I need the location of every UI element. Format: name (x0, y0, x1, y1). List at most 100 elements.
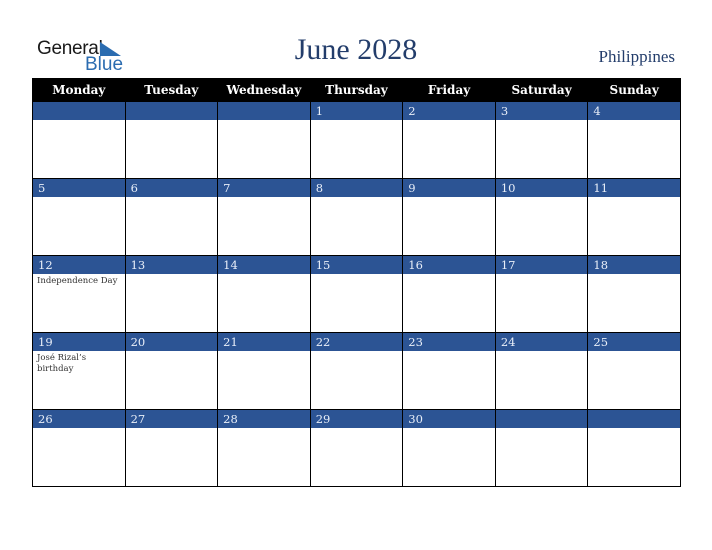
day-number: 2 (403, 102, 495, 120)
day-cell[interactable]: 27 (124, 409, 219, 487)
holiday-label (311, 120, 403, 122)
day-cell[interactable]: 5 (32, 178, 126, 256)
country-label: Philippines (598, 47, 675, 66)
holiday-label (311, 197, 403, 199)
holiday-label (126, 274, 218, 276)
day-number: 13 (125, 256, 218, 274)
holiday-label (496, 197, 588, 199)
day-cell[interactable] (494, 409, 589, 487)
day-number: 1 (310, 102, 403, 120)
holiday-label (218, 197, 310, 199)
day-number: 5 (33, 179, 125, 197)
day-cell[interactable]: 16 (402, 255, 496, 333)
day-cell[interactable]: 4 (587, 101, 681, 179)
week-row: 1234 (32, 101, 681, 179)
day-number: 17 (495, 256, 588, 274)
day-cell[interactable]: 30 (402, 409, 496, 487)
day-cell[interactable]: 10 (494, 178, 589, 256)
day-number: 8 (310, 179, 403, 197)
day-cell[interactable] (587, 409, 681, 487)
day-number: 27 (125, 410, 218, 428)
holiday-label (33, 197, 125, 199)
day-cell[interactable]: 20 (124, 332, 219, 410)
day-cell[interactable]: 15 (309, 255, 404, 333)
day-cell[interactable]: 17 (494, 255, 589, 333)
day-number (218, 102, 310, 120)
day-cell[interactable]: 18 (587, 255, 681, 333)
holiday-label (588, 197, 680, 199)
day-cell[interactable]: 28 (217, 409, 311, 487)
day-number: 3 (495, 102, 588, 120)
day-cell[interactable]: 7 (217, 178, 311, 256)
day-number (588, 410, 680, 428)
day-cell[interactable]: 19 José Rizal’s birthday (32, 332, 126, 410)
holiday-label (588, 120, 680, 122)
holiday-label (403, 428, 495, 430)
day-cell[interactable] (217, 101, 311, 179)
holiday-label (311, 428, 403, 430)
day-number: 28 (218, 410, 310, 428)
holiday-label (588, 274, 680, 276)
day-number: 29 (310, 410, 403, 428)
day-number (495, 410, 588, 428)
day-number: 16 (403, 256, 495, 274)
calendar-grid: Monday Tuesday Wednesday Thursday Friday… (32, 78, 681, 487)
day-cell[interactable] (32, 101, 126, 179)
day-cell[interactable]: 29 (309, 409, 404, 487)
holiday-label (496, 274, 588, 276)
day-cell[interactable]: 26 (32, 409, 126, 487)
day-number: 11 (588, 179, 680, 197)
holiday-label (403, 197, 495, 199)
day-number: 15 (310, 256, 403, 274)
day-cell[interactable]: 8 (309, 178, 404, 256)
day-cell[interactable]: 24 (494, 332, 589, 410)
holiday-label: Independence Day (37, 276, 118, 286)
day-cell[interactable]: 25 (587, 332, 681, 410)
holiday-label (496, 428, 588, 430)
day-cell[interactable]: 3 (494, 101, 589, 179)
day-number: 7 (218, 179, 310, 197)
day-number: 20 (125, 333, 218, 351)
day-number: 18 (588, 256, 680, 274)
day-cell[interactable]: 6 (124, 178, 219, 256)
weekday-header: Saturday (494, 78, 589, 102)
day-number (33, 102, 125, 120)
day-cell[interactable]: 23 (402, 332, 496, 410)
day-number: 19 (33, 333, 125, 351)
day-cell[interactable]: 14 (217, 255, 311, 333)
weekday-header-row: Monday Tuesday Wednesday Thursday Friday… (32, 78, 681, 102)
week-row: 12 Independence Day 13 14 15 16 17 18 (32, 255, 681, 333)
day-number: 6 (125, 179, 218, 197)
weekday-header: Thursday (309, 78, 404, 102)
holiday-label (311, 274, 403, 276)
weekday-header: Monday (32, 78, 126, 102)
day-cell[interactable]: 21 (217, 332, 311, 410)
day-cell[interactable]: 12 Independence Day (32, 255, 126, 333)
holiday-label: José Rizal’s birthday (37, 353, 87, 374)
day-number: 23 (403, 333, 495, 351)
day-number: 4 (588, 102, 680, 120)
holiday-label (126, 120, 218, 122)
holiday-label (496, 351, 588, 353)
day-cell[interactable]: 2 (402, 101, 496, 179)
weekday-header: Sunday (587, 78, 681, 102)
weekday-header: Tuesday (124, 78, 219, 102)
holiday-label (33, 428, 125, 430)
day-cell[interactable] (124, 101, 219, 179)
day-cell[interactable]: 11 (587, 178, 681, 256)
weekday-header: Friday (402, 78, 496, 102)
holiday-label (403, 120, 495, 122)
day-cell[interactable]: 9 (402, 178, 496, 256)
day-cell[interactable]: 22 (309, 332, 404, 410)
day-number: 26 (33, 410, 125, 428)
holiday-label (496, 120, 588, 122)
holiday-label (311, 351, 403, 353)
day-cell[interactable]: 1 (309, 101, 404, 179)
holiday-label (218, 351, 310, 353)
day-cell[interactable]: 13 (124, 255, 219, 333)
holiday-label (403, 351, 495, 353)
weekday-header: Wednesday (217, 78, 311, 102)
day-number: 9 (403, 179, 495, 197)
week-row: 19 José Rizal’s birthday 20 21 22 23 24 25 (32, 332, 681, 410)
holiday-label (33, 120, 125, 122)
